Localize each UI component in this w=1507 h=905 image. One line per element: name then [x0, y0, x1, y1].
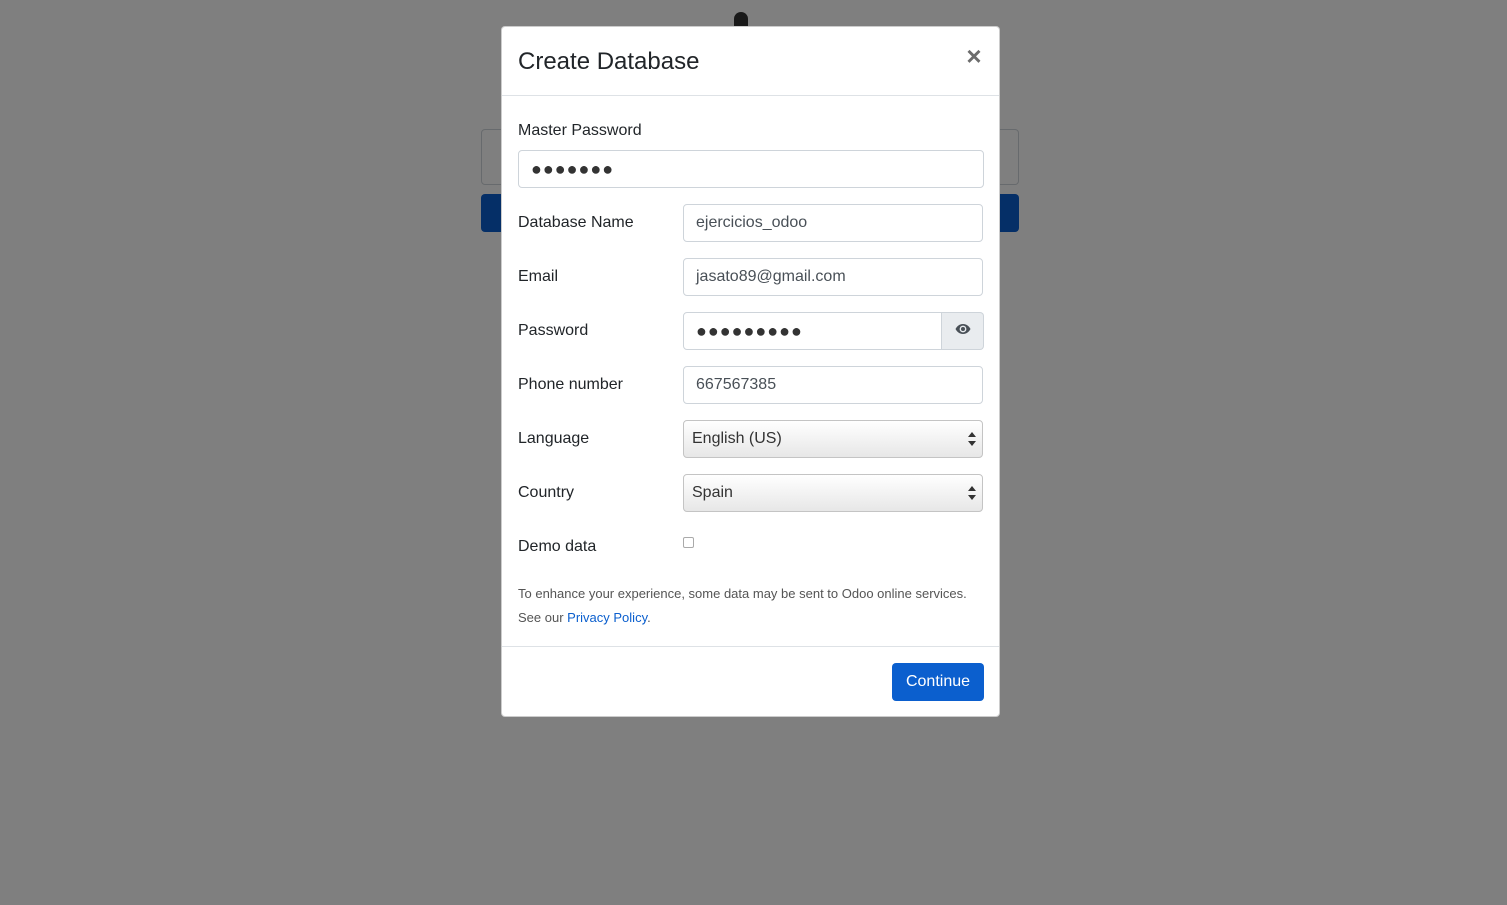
- phone-label: Phone number: [518, 376, 623, 393]
- show-password-button[interactable]: [942, 312, 984, 350]
- password-input[interactable]: ●●●●●●●●●: [683, 312, 942, 350]
- database-name-input[interactable]: ejercicios_odoo: [683, 204, 983, 242]
- country-label: Country: [518, 484, 575, 501]
- database-name-label: Database Name: [518, 214, 634, 231]
- modal-footer: Continue: [502, 646, 999, 716]
- privacy-notice: To enhance your experience, some data ma…: [518, 582, 988, 630]
- privacy-notice-suffix: .: [647, 610, 651, 625]
- master-password-label: Master Password: [518, 122, 642, 139]
- modal-header: Create Database ×: [502, 27, 999, 96]
- select-arrows-icon: [968, 432, 976, 446]
- continue-button[interactable]: Continue: [892, 663, 984, 701]
- eye-icon: [955, 322, 971, 340]
- modal-title: Create Database: [518, 48, 700, 75]
- privacy-policy-link[interactable]: Privacy Policy: [567, 610, 647, 625]
- country-selected-value: Spain: [692, 484, 733, 501]
- select-arrows-icon: [968, 486, 976, 500]
- country-select[interactable]: Spain: [683, 474, 983, 512]
- close-button[interactable]: ×: [963, 43, 985, 69]
- language-select[interactable]: English (US): [683, 420, 983, 458]
- demo-data-checkbox[interactable]: [683, 537, 694, 548]
- phone-input[interactable]: 667567385: [683, 366, 983, 404]
- language-label: Language: [518, 430, 590, 447]
- create-database-dialog: Create Database × Master Password ●●●●●●…: [501, 26, 1000, 717]
- email-label: Email: [518, 268, 559, 285]
- password-label: Password: [518, 322, 589, 339]
- language-selected-value: English (US): [692, 430, 782, 447]
- demo-data-label: Demo data: [518, 538, 597, 555]
- master-password-input[interactable]: ●●●●●●●: [518, 150, 984, 188]
- email-input[interactable]: jasato89@gmail.com: [683, 258, 983, 296]
